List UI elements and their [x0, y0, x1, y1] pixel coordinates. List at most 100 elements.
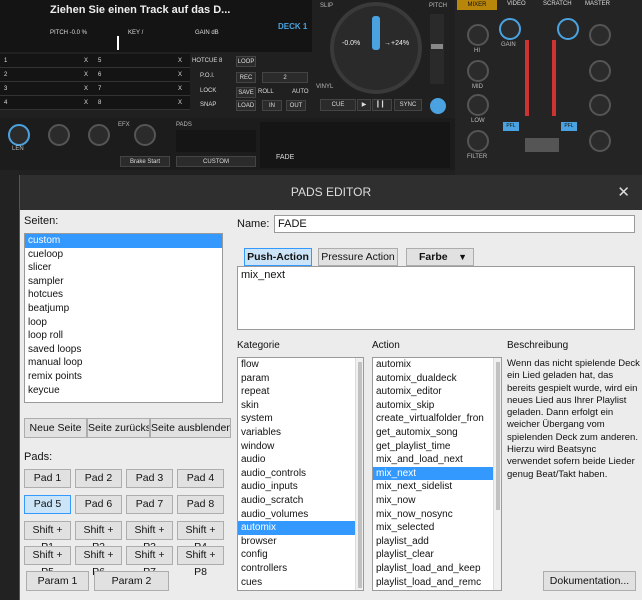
action-list-item[interactable]: playlist_clear: [373, 548, 493, 562]
hotcue-row[interactable]: 3 X 7 X: [0, 84, 190, 96]
category-list-item[interactable]: config: [238, 548, 355, 562]
jog-wheel[interactable]: -0.0% →+24%: [330, 2, 422, 94]
loop-out-button[interactable]: OUT: [286, 100, 306, 111]
lock-label[interactable]: LOCK: [200, 88, 216, 94]
pad-button[interactable]: Shift + P7: [126, 546, 173, 578]
action-list-item[interactable]: mix_and_load_next: [373, 453, 493, 467]
action-list-item[interactable]: playlist_add: [373, 535, 493, 549]
hotcue-row[interactable]: 2 X 6 X: [0, 70, 190, 82]
category-list-item[interactable]: audio_inputs: [238, 480, 355, 494]
hotcue-delete-icon[interactable]: X: [84, 58, 88, 64]
hotcue-delete-icon[interactable]: X: [178, 100, 182, 106]
pad-button[interactable]: Pad 5: [24, 495, 71, 514]
pfl-button[interactable]: PFL: [503, 122, 519, 131]
action-list-item[interactable]: automix_editor: [373, 385, 493, 399]
effect-select[interactable]: Brake Start: [120, 156, 170, 167]
pad-button[interactable]: Pad 7: [126, 495, 173, 514]
action-list-item[interactable]: mix_now_nosync: [373, 508, 493, 522]
pad-area[interactable]: FADE: [260, 122, 450, 168]
eq-mid-knob[interactable]: [467, 60, 489, 82]
poi-label[interactable]: P.O.I.: [200, 73, 215, 79]
new-page-button[interactable]: Neue Seite: [24, 418, 87, 438]
category-list-item[interactable]: param: [238, 372, 355, 386]
action-list-item[interactable]: get_playlist_time: [373, 440, 493, 454]
sync-button[interactable]: SYNC: [394, 99, 422, 111]
pad-button[interactable]: Shift + P2: [75, 521, 122, 553]
page-list-item[interactable]: keycue: [25, 384, 222, 398]
category-list-item[interactable]: skin: [238, 399, 355, 413]
name-field[interactable]: FADE: [274, 215, 635, 233]
close-icon[interactable]: ✕: [617, 175, 630, 210]
scrollbar-thumb[interactable]: [496, 362, 500, 510]
pad-button[interactable]: Pad 2: [75, 469, 122, 488]
pad-button[interactable]: Shift + P5: [24, 546, 71, 578]
save-button[interactable]: SAVE: [236, 87, 256, 98]
action-list-item[interactable]: mix_selected: [373, 521, 493, 535]
action-list-item[interactable]: playlist_load_and_remc: [373, 576, 493, 590]
pitch-slider-handle[interactable]: [431, 44, 443, 49]
pad-button[interactable]: Pad 8: [177, 495, 224, 514]
hotcue-row[interactable]: 1 X 5 X: [0, 56, 190, 68]
category-list-item[interactable]: cues: [238, 576, 355, 590]
category-list-item[interactable]: variables: [238, 426, 355, 440]
param2-button[interactable]: Param 2: [94, 571, 169, 591]
rec-button[interactable]: REC: [236, 72, 256, 83]
gain-knob[interactable]: [557, 18, 579, 40]
category-list[interactable]: flow param repeat skin system variables window…: [237, 357, 364, 591]
action-list-item[interactable]: automix_dualdeck: [373, 372, 493, 386]
page-list-item[interactable]: slicer: [25, 261, 222, 275]
category-list-item[interactable]: flow: [238, 358, 355, 372]
hotcue-delete-icon[interactable]: X: [178, 58, 182, 64]
filter-knob[interactable]: [467, 130, 489, 152]
pad-button[interactable]: Pad 1: [24, 469, 71, 488]
pad-button[interactable]: Shift + P4: [177, 521, 224, 553]
crossfader[interactable]: [525, 138, 559, 152]
pad-button[interactable]: Shift + P8: [177, 546, 224, 578]
hotcue-delete-icon[interactable]: X: [84, 72, 88, 78]
page-list-item[interactable]: beatjump: [25, 302, 222, 316]
load-button[interactable]: LOAD: [236, 100, 256, 111]
category-list-item[interactable]: audio_controls: [238, 467, 355, 481]
hotcue-delete-icon[interactable]: X: [84, 86, 88, 92]
pad-button[interactable]: Pad 3: [126, 469, 173, 488]
hotcue-delete-icon[interactable]: X: [178, 72, 182, 78]
action-list-item[interactable]: get_automix_song: [373, 426, 493, 440]
category-list-item[interactable]: automix: [238, 521, 355, 535]
loop-in-button[interactable]: IN: [262, 100, 282, 111]
category-list-item[interactable]: browser: [238, 535, 355, 549]
category-list-item[interactable]: system: [238, 412, 355, 426]
hotcue-delete-icon[interactable]: X: [178, 86, 182, 92]
documentation-button[interactable]: Dokumentation...: [543, 571, 636, 591]
page-list-item[interactable]: loop: [25, 316, 222, 330]
pad-button[interactable]: Shift + P1: [24, 521, 71, 553]
tab-master[interactable]: MASTER: [585, 1, 610, 7]
auto-label[interactable]: AUTO: [292, 89, 309, 95]
action-script-editor[interactable]: mix_next: [237, 266, 635, 330]
hotcue-delete-icon[interactable]: X: [84, 100, 88, 106]
gain-knob[interactable]: [499, 18, 521, 40]
play-button[interactable]: ▶: [357, 99, 371, 111]
action-list-item[interactable]: automix_skip: [373, 399, 493, 413]
action-list-item[interactable]: automix: [373, 358, 493, 372]
category-list-item[interactable]: audio_scratch: [238, 494, 355, 508]
eq-hi-knob[interactable]: [589, 24, 611, 46]
tab-push-action[interactable]: Push-Action: [244, 248, 312, 266]
roll-label[interactable]: ROLL: [258, 89, 274, 95]
tab-mixer[interactable]: MIXER: [457, 0, 497, 10]
color-select[interactable]: Farbe ▼: [406, 248, 474, 266]
pfl-button[interactable]: PFL: [561, 122, 577, 131]
pad-slot[interactable]: [176, 130, 256, 152]
page-list-item[interactable]: sampler: [25, 275, 222, 289]
pad-button[interactable]: Shift + P6: [75, 546, 122, 578]
category-list-item[interactable]: repeat: [238, 385, 355, 399]
pad-page-select[interactable]: CUSTOM: [176, 156, 256, 167]
fx-knob[interactable]: [48, 124, 70, 146]
action-scrollbar[interactable]: [493, 358, 501, 590]
pad-button[interactable]: Shift + P3: [126, 521, 173, 553]
cue-button[interactable]: CUE: [320, 99, 356, 111]
tab-pressure-action[interactable]: Pressure Action: [318, 248, 398, 266]
tab-video[interactable]: VIDEO: [507, 1, 526, 7]
scrollbar-thumb[interactable]: [358, 362, 362, 588]
category-list-item[interactable]: audio: [238, 453, 355, 467]
param1-button[interactable]: Param 1: [26, 571, 89, 591]
